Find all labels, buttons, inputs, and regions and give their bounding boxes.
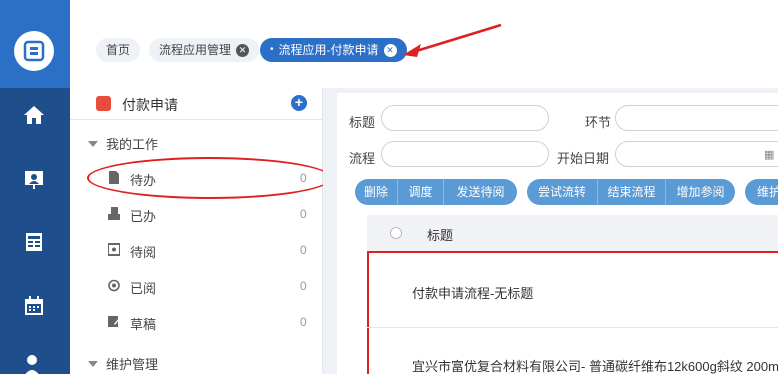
calendar-icon[interactable]: ▦ bbox=[764, 148, 774, 161]
tree-item-todo[interactable]: 待办 0 bbox=[70, 160, 323, 196]
home-icon[interactable] bbox=[20, 101, 48, 129]
tree-item-draft[interactable]: 草稿 0 bbox=[70, 304, 323, 340]
tree-item-count: 0 bbox=[300, 243, 307, 257]
eye-icon bbox=[108, 279, 120, 292]
table-row[interactable]: 付款申请流程-无标题 bbox=[412, 283, 533, 302]
tree-item-to-read[interactable]: 待阅 0 bbox=[70, 232, 323, 268]
close-icon[interactable]: ✕ bbox=[236, 43, 250, 57]
tree-item-label: 草稿 bbox=[130, 317, 157, 332]
user-settings-icon[interactable] bbox=[20, 350, 48, 374]
row-divider bbox=[367, 327, 778, 328]
step-filter-label: 环节 bbox=[585, 115, 612, 130]
flow-filter-label: 流程 bbox=[349, 151, 376, 166]
main-content: 标题 环节 流程 开始日期 ▦ 删除 调度 发送待阅 尝试流转 结束流程 增加参… bbox=[323, 88, 778, 374]
payment-app-icon bbox=[96, 96, 111, 111]
tab-payment-request[interactable]: • 流程应用-付款申请 ✕ bbox=[260, 38, 407, 62]
app-logo[interactable] bbox=[14, 31, 54, 71]
tree-item-read[interactable]: 已阅 0 bbox=[70, 268, 323, 304]
file-icon bbox=[109, 171, 119, 184]
table-header: 标题 bbox=[367, 215, 778, 251]
group-label: 我的工作 bbox=[106, 137, 159, 152]
title-filter-label: 标题 bbox=[349, 115, 376, 130]
send-to-read-button[interactable]: 发送待阅 bbox=[443, 179, 517, 205]
select-all-checkbox[interactable] bbox=[390, 227, 402, 239]
step-filter-input[interactable] bbox=[615, 105, 778, 131]
caret-down-icon bbox=[88, 361, 98, 367]
table-row[interactable]: 宜兴市富优复合材料有限公司- 普通碳纤维布12k600g斜纹 200m bbox=[412, 356, 778, 374]
tab-label: 首页 bbox=[106, 43, 131, 57]
try-flow-button[interactable]: 尝试流转 bbox=[527, 179, 597, 205]
news-icon[interactable] bbox=[20, 228, 48, 256]
add-icon[interactable]: + bbox=[291, 95, 307, 111]
app-window: 首页 流程应用管理 ✕ • 流程应用-付款申请 ✕ 付款申请 + 我的工作 待办… bbox=[0, 0, 778, 374]
tree-item-label: 已办 bbox=[130, 209, 157, 224]
nav-rail bbox=[0, 0, 70, 374]
column-header-title: 标题 bbox=[427, 228, 454, 243]
end-flow-button[interactable]: 结束流程 bbox=[597, 179, 665, 205]
add-reader-button[interactable]: 增加参阅 bbox=[665, 179, 735, 205]
tab-active-dot: • bbox=[270, 44, 274, 55]
tab-label: 流程应用-付款申请 bbox=[278, 43, 379, 57]
tree-item-label: 待阅 bbox=[130, 245, 157, 260]
logo-icon bbox=[23, 40, 45, 62]
flow-filter-input[interactable] bbox=[381, 141, 549, 167]
group-label: 维护管理 bbox=[106, 357, 159, 372]
calendar-icon[interactable] bbox=[20, 292, 48, 320]
group-my-work[interactable]: 我的工作 bbox=[88, 134, 158, 153]
tree-item-count: 0 bbox=[300, 315, 307, 329]
title-filter-input[interactable] bbox=[381, 105, 549, 131]
tree-item-done[interactable]: 已办 0 bbox=[70, 196, 323, 232]
group-maintenance[interactable]: 维护管理 bbox=[88, 354, 158, 373]
tree-item-count: 0 bbox=[300, 171, 307, 185]
tab-flow-app-management[interactable]: 流程应用管理 ✕ bbox=[149, 38, 260, 62]
dispatch-button[interactable]: 调度 bbox=[397, 179, 443, 205]
start-date-input[interactable] bbox=[615, 141, 778, 167]
tab-label: 流程应用管理 bbox=[159, 43, 232, 57]
annotation-arrow bbox=[403, 23, 502, 57]
presentation-icon[interactable] bbox=[20, 166, 48, 194]
caret-down-icon bbox=[88, 141, 98, 147]
maintain-button[interactable]: 维护 bbox=[745, 179, 778, 205]
list-panel: 标题 环节 流程 开始日期 ▦ 删除 调度 发送待阅 尝试流转 结束流程 增加参… bbox=[337, 93, 778, 374]
tree-item-count: 0 bbox=[300, 207, 307, 221]
tab-home[interactable]: 首页 bbox=[96, 38, 141, 62]
delete-button[interactable]: 删除 bbox=[355, 179, 397, 205]
edit-icon bbox=[108, 316, 120, 327]
tree-item-label: 已阅 bbox=[130, 281, 157, 296]
tree-item-label: 待办 bbox=[130, 173, 157, 188]
tree-header: 付款申请 + bbox=[70, 88, 323, 120]
tree-item-count: 0 bbox=[300, 279, 307, 293]
stamp-icon bbox=[108, 207, 120, 220]
start-date-label: 开始日期 bbox=[557, 151, 610, 166]
view-icon bbox=[108, 243, 120, 256]
workflow-tree-panel: 付款申请 + 我的工作 待办 0 已办 0 待阅 0 已阅 0 草稿 0 维护管… bbox=[70, 88, 323, 374]
tree-title: 付款申请 bbox=[122, 97, 178, 113]
